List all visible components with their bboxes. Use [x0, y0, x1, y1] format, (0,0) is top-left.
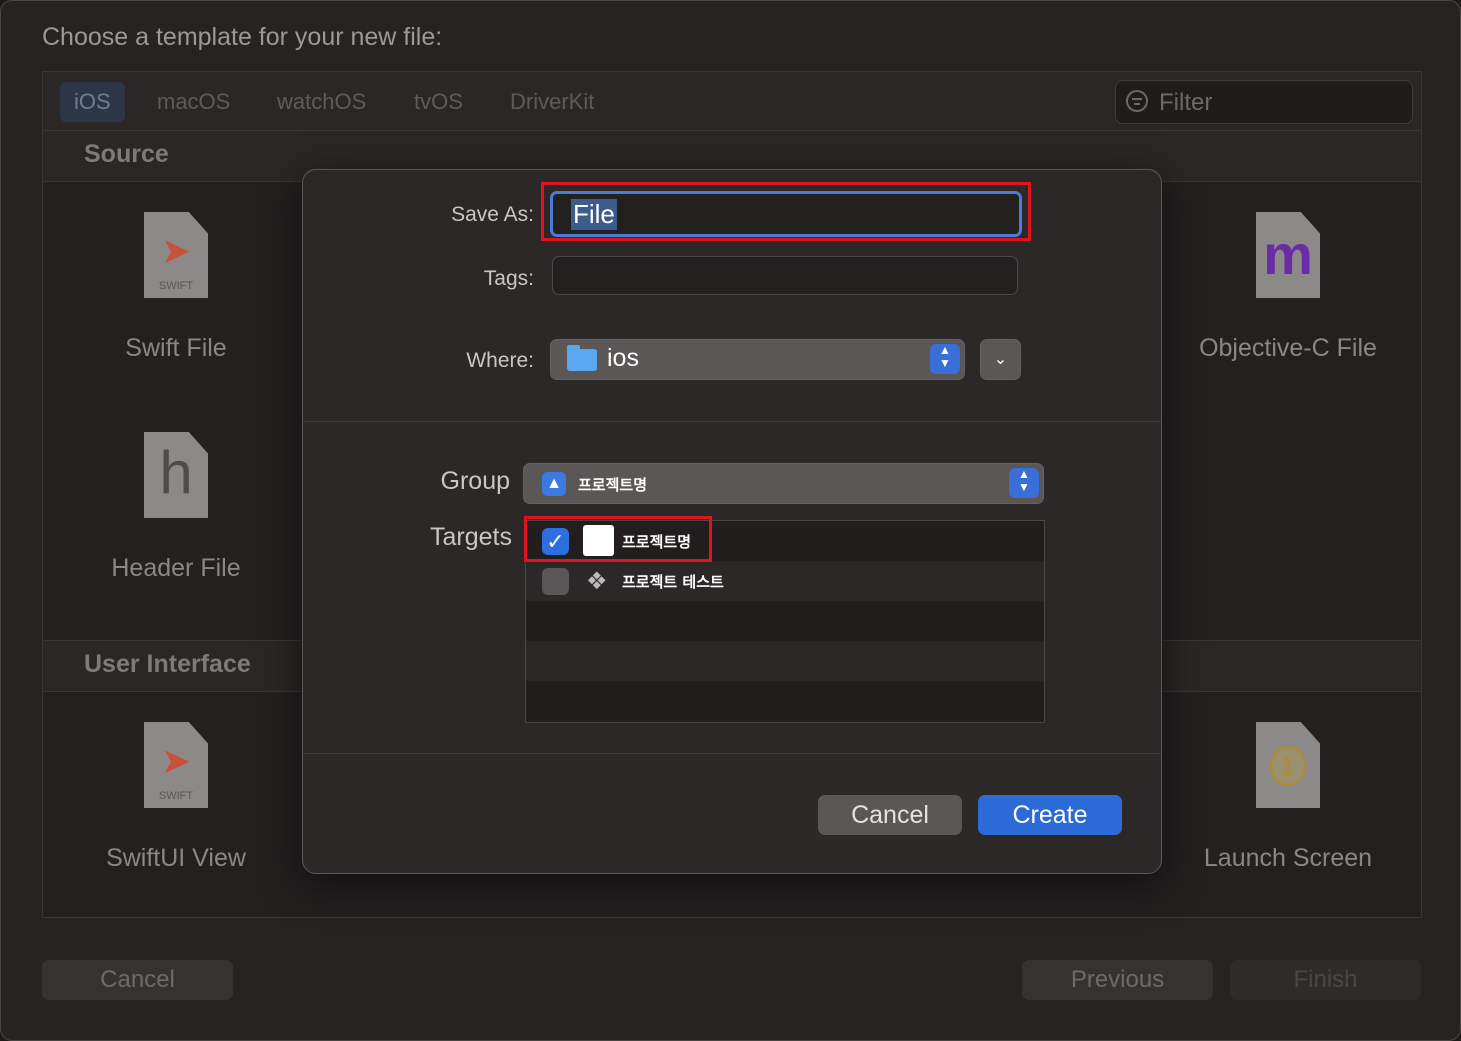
create-button[interactable]: Create — [978, 795, 1122, 835]
tags-field[interactable] — [552, 256, 1018, 295]
header-file-icon: h — [144, 432, 208, 518]
finish-button: Finish — [1230, 960, 1421, 1000]
tab-driverkit[interactable]: DriverKit — [496, 82, 608, 122]
targets-label: Targets — [430, 523, 512, 551]
group-popup[interactable]: ▲ 프로젝트명 ▲ ▼ — [523, 463, 1044, 504]
popup-stepper-icon: ▲ ▼ — [1009, 468, 1039, 498]
tab-watchos[interactable]: watchOS — [263, 82, 380, 122]
template-label: Header File — [111, 554, 241, 582]
objc-file-icon: m — [1256, 212, 1320, 298]
folder-icon — [567, 345, 597, 371]
where-value: ios — [607, 344, 639, 372]
empty-row — [526, 641, 1044, 681]
template-label: Swift File — [125, 334, 227, 362]
chevron-down-icon: ⌄ — [993, 351, 1008, 368]
annotation-highlight-save-as — [541, 182, 1031, 241]
where-label: Where: — [466, 349, 534, 372]
template-header-file[interactable]: h Header File — [46, 432, 306, 583]
template-swift-file[interactable]: ➤ SWIFT Swift File — [46, 212, 306, 363]
app-project-icon: ▲ — [542, 472, 566, 496]
target-name: 프로젝트 테스트 — [622, 573, 724, 591]
divider — [303, 421, 1161, 422]
save-as-label: Save As: — [451, 203, 534, 226]
section-title-source: Source — [84, 140, 169, 168]
save-sheet: Save As: File Tags: Where: ios ▲ ▼ ⌄ Grou… — [302, 169, 1162, 874]
new-file-template-window: Choose a template for your new file: iOS… — [0, 0, 1461, 1041]
test-target-icon: ❖ — [586, 568, 608, 595]
group-value: 프로젝트명 — [578, 476, 648, 494]
where-popup[interactable]: ios ▲ ▼ — [550, 339, 965, 380]
divider — [303, 753, 1161, 754]
template-label: Launch Screen — [1203, 844, 1373, 872]
target-checkbox[interactable] — [542, 568, 569, 595]
storyboard-icon: 1 — [1256, 722, 1320, 808]
empty-row — [526, 681, 1044, 721]
filter-field[interactable]: Filter — [1115, 80, 1413, 124]
tab-ios[interactable]: iOS — [60, 82, 125, 122]
template-objc-file[interactable]: m Objective-C File — [1158, 212, 1418, 363]
empty-row — [526, 601, 1044, 641]
platform-tabbar: iOS macOS watchOS tvOS DriverKit Filter — [43, 72, 1421, 131]
target-row[interactable]: ❖ 프로젝트 테스트 — [526, 561, 1044, 601]
template-label: SwiftUI View — [106, 844, 246, 872]
tab-tvos[interactable]: tvOS — [400, 82, 477, 122]
cancel-button[interactable]: Cancel — [42, 960, 233, 1000]
swift-file-icon: ➤ SWIFT — [144, 212, 208, 298]
swift-file-icon: ➤ SWIFT — [144, 722, 208, 808]
template-swiftui-view[interactable]: ➤ SWIFT SwiftUI View — [46, 722, 306, 873]
annotation-highlight-target — [524, 516, 712, 562]
filter-placeholder: Filter — [1159, 89, 1213, 116]
tab-macos[interactable]: macOS — [143, 82, 244, 122]
cancel-button[interactable]: Cancel — [818, 795, 962, 835]
template-launch-screen[interactable]: 1 Launch Screen — [1158, 722, 1418, 873]
filter-icon — [1126, 90, 1148, 112]
tags-label: Tags: — [483, 267, 534, 290]
group-label: Group — [440, 467, 510, 495]
window-title: Choose a template for your new file: — [42, 23, 443, 51]
template-label: Objective-C File — [1199, 334, 1377, 362]
expand-chevron-button[interactable]: ⌄ — [980, 339, 1021, 380]
section-title-user-interface: User Interface — [84, 650, 251, 678]
popup-stepper-icon: ▲ ▼ — [930, 344, 960, 374]
previous-button[interactable]: Previous — [1022, 960, 1213, 1000]
